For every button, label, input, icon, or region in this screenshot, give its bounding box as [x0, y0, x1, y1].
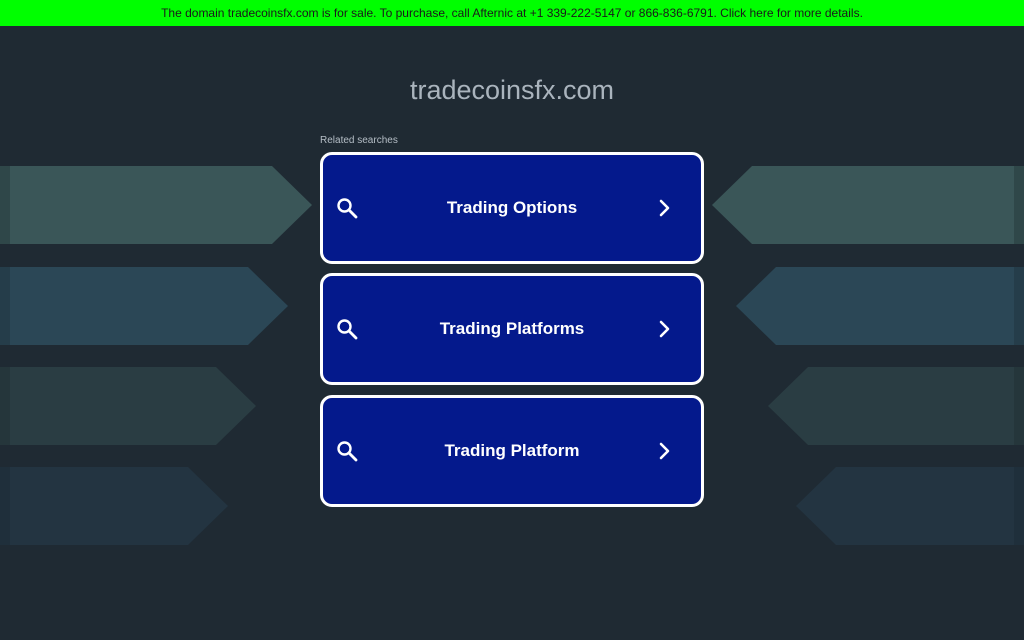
chevron-right-icon [659, 320, 670, 338]
related-searches-label: Related searches [320, 135, 398, 146]
banner-text: The domain tradecoinsfx.com is for sale.… [161, 6, 863, 20]
decorative-arrow-left-3 [0, 367, 256, 445]
decorative-arrow-right-1 [712, 166, 1024, 244]
related-search-link[interactable]: Trading Options [320, 152, 704, 264]
decorative-arrow-right-4 [796, 467, 1024, 545]
related-search-label: Trading Platform [444, 441, 580, 460]
related-search-label: Trading Options [446, 198, 578, 217]
decorative-arrow-left-2 [0, 267, 288, 345]
decorative-arrow-left-1 [0, 166, 312, 244]
chevron-right-icon [659, 442, 670, 460]
chevron-right-icon [659, 199, 670, 217]
domain-title: tradecoinsfx.com [409, 75, 615, 105]
domain-sale-banner[interactable]: The domain tradecoinsfx.com is for sale.… [0, 0, 1024, 26]
related-search-link[interactable]: Trading Platform [320, 395, 704, 507]
decorative-arrow-right-2 [736, 267, 1024, 345]
decorative-arrow-left-4 [0, 467, 228, 545]
decorative-arrow-right-3 [768, 367, 1024, 445]
related-search-label: Trading Platforms [439, 319, 585, 338]
search-icon [337, 319, 358, 340]
related-search-link[interactable]: Trading Platforms [320, 273, 704, 385]
search-icon [337, 198, 358, 219]
search-icon [337, 441, 358, 462]
